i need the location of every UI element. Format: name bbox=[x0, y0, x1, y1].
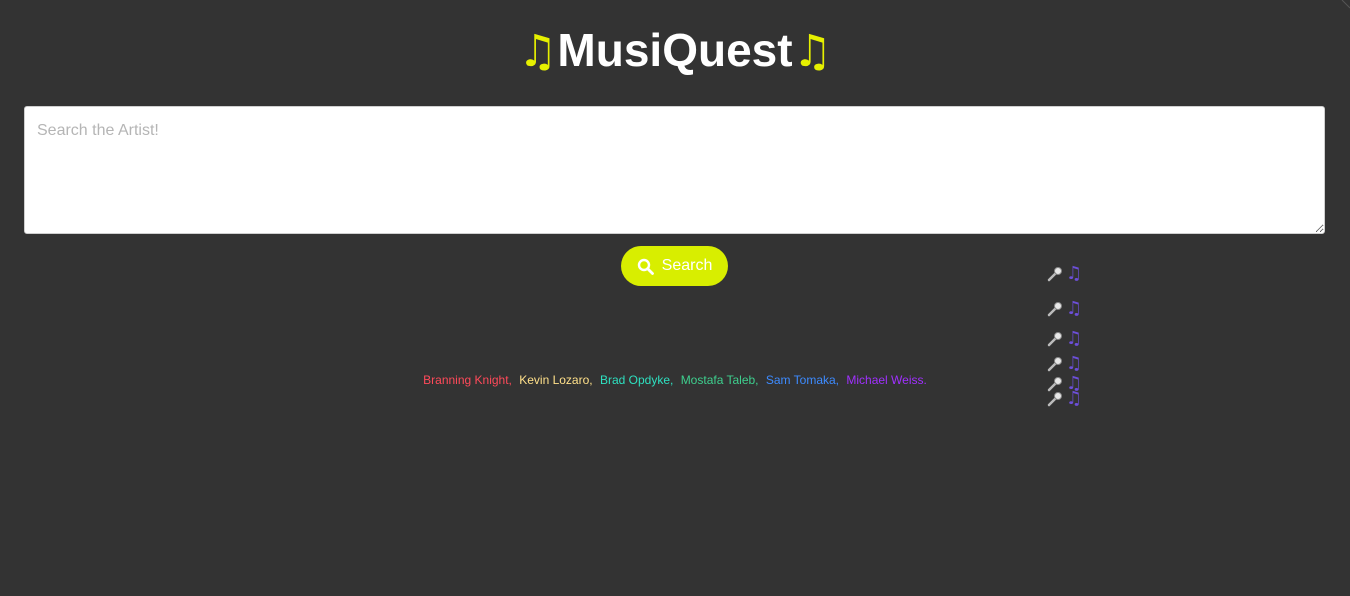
credit-name: Kevin Lozaro, bbox=[519, 373, 593, 387]
microphone-icon bbox=[1047, 267, 1062, 282]
music-note-icon: ♫ bbox=[792, 26, 833, 77]
credit-name: Branning Knight, bbox=[423, 373, 512, 387]
search-button[interactable]: Search bbox=[621, 246, 728, 286]
music-note-icon: ♫ bbox=[1066, 353, 1083, 374]
credit-name: Brad Opdyke, bbox=[599, 373, 674, 387]
credit-name: Michael Weiss. bbox=[846, 373, 927, 387]
artist-search-input[interactable] bbox=[24, 106, 1325, 234]
microphone-icon bbox=[1047, 392, 1062, 407]
app-title: ♫MusiQuest♫ bbox=[0, 22, 1350, 80]
microphone-icon bbox=[1047, 332, 1062, 347]
music-note-icon: ♫ bbox=[1066, 328, 1083, 349]
mic-note-pair: ♫ bbox=[1046, 390, 1082, 408]
corner-mark-icon bbox=[1341, 0, 1350, 9]
credit-name: Mostafa Taleb, bbox=[680, 373, 759, 387]
credits-line: Branning Knight, Kevin Lozaro, Brad Opdy… bbox=[0, 372, 1350, 388]
credit-name: Sam Tomaka, bbox=[765, 373, 840, 387]
app-title-text: MusiQuest bbox=[557, 24, 793, 76]
search-button-label: Search bbox=[661, 257, 713, 274]
page: ♫MusiQuest♫ Search Branning Knight, Kevi… bbox=[0, 0, 1350, 596]
mic-note-pair: ♫ bbox=[1046, 265, 1082, 283]
microphone-icon bbox=[1047, 357, 1062, 372]
mic-note-pair: ♫ bbox=[1046, 330, 1082, 348]
mic-note-pair: ♫ bbox=[1046, 355, 1082, 373]
search-icon bbox=[637, 258, 654, 275]
music-note-icon: ♫ bbox=[1066, 298, 1083, 319]
music-note-icon: ♫ bbox=[517, 26, 558, 77]
music-note-icon: ♫ bbox=[1066, 388, 1083, 409]
microphone-icon bbox=[1047, 302, 1062, 317]
music-note-icon: ♫ bbox=[1066, 263, 1083, 284]
mic-note-pair: ♫ bbox=[1046, 300, 1082, 318]
